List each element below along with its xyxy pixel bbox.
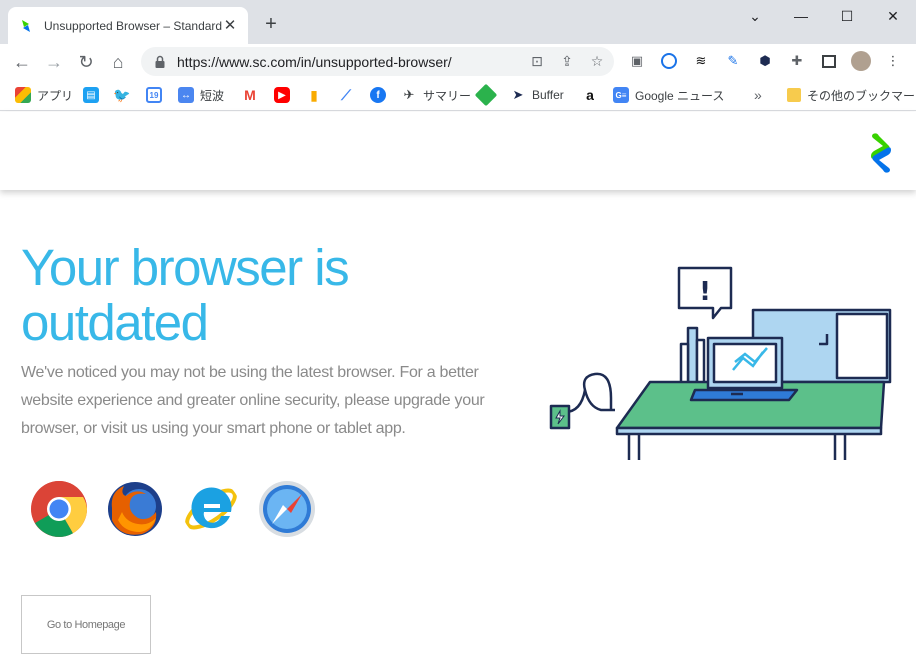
lock-icon — [155, 55, 165, 68]
bookmark-feedly[interactable] — [474, 83, 500, 107]
active-tab[interactable]: Unsupported Browser – Standard ✕ — [8, 7, 248, 44]
tab-search-icon[interactable]: ⌄ — [732, 0, 778, 32]
bookmark-summary[interactable]: ✈ サマリー — [401, 86, 471, 104]
bookmark-shortwave[interactable]: ↔ 短波 — [178, 86, 224, 104]
toolbar: ← → ↻ ⌂ https://www.sc.com/in/unsupporte… — [0, 44, 916, 79]
hex-ext-icon[interactable]: ⬢ — [756, 52, 774, 70]
page-headline: Your browser is outdated — [21, 239, 350, 351]
tab-title: Unsupported Browser – Standard — [44, 18, 222, 33]
bookmark-gmail[interactable]: M — [242, 86, 264, 104]
amazon-icon: a — [586, 87, 594, 103]
bookmark-ads[interactable]: ⟋ — [338, 86, 360, 104]
outdated-illustration: ! — [549, 266, 892, 460]
home-icon[interactable]: ⌂ — [105, 49, 131, 75]
google-news-icon: G≡ — [613, 87, 629, 103]
bookmark-star-icon[interactable]: ☆ — [586, 51, 608, 73]
close-window-button[interactable]: ✕ — [870, 0, 916, 32]
url-text: https://www.sc.com/in/unsupported-browse… — [177, 53, 452, 70]
bookmarks-overflow-icon[interactable]: » — [754, 86, 762, 104]
safari-icon[interactable] — [258, 480, 316, 538]
analytics-icon: ▮ — [310, 86, 318, 103]
youtube-icon: ▶ — [274, 87, 290, 103]
facebook-icon: f — [370, 87, 386, 103]
reload-button[interactable]: ↻ — [73, 49, 99, 75]
profile-avatar[interactable] — [851, 51, 871, 71]
bookmark-analytics[interactable]: ▮ — [306, 86, 328, 104]
maximize-button[interactable]: ☐ — [824, 0, 870, 32]
extension-icon-1[interactable]: ▣ — [628, 52, 646, 70]
side-panel-icon[interactable] — [820, 52, 838, 70]
bookmark-youtube[interactable]: ▶ — [274, 86, 296, 104]
extensions-puzzle-icon[interactable]: ✚ — [788, 52, 806, 70]
bookmark-amazon[interactable]: a — [582, 86, 604, 104]
translate-icon[interactable]: ⊡ — [526, 51, 548, 73]
svg-text:!: ! — [699, 277, 711, 307]
google-ads-icon: ⟋ — [341, 86, 351, 103]
back-button[interactable]: ← — [9, 49, 35, 75]
tweetdeck-icon: ▤ — [83, 87, 99, 103]
bookmark-twitter[interactable]: 🐦 — [113, 86, 136, 104]
sc-logo-icon[interactable] — [867, 132, 895, 174]
calendar-icon: 19 — [146, 87, 162, 103]
onepassword-icon[interactable] — [660, 52, 678, 70]
title-bar: Unsupported Browser – Standard ✕ + ⌄ — ☐… — [0, 0, 916, 44]
buffer-ext-icon[interactable]: ≋ — [692, 52, 710, 70]
apps-grid-icon — [15, 87, 31, 103]
bookmark-google-news[interactable]: G≡ Google ニュース — [613, 86, 724, 104]
site-header — [0, 112, 916, 190]
outdated-message: We've noticed you may not be using the l… — [21, 364, 485, 437]
sc-favicon-icon — [22, 19, 30, 32]
internet-explorer-icon[interactable] — [182, 480, 240, 538]
buffer-icon: ➤ — [512, 87, 524, 102]
forward-button[interactable]: → — [41, 49, 67, 75]
summary-icon: ✈ — [403, 87, 415, 102]
address-bar[interactable]: https://www.sc.com/in/unsupported-browse… — [141, 47, 614, 76]
other-bookmarks[interactable]: その他のブックマーク — [787, 86, 916, 104]
new-tab-button[interactable]: + — [260, 13, 282, 35]
gmail-icon: M — [244, 87, 256, 103]
feedly-icon — [474, 83, 498, 107]
minimize-button[interactable]: — — [778, 0, 824, 32]
tab-close-icon[interactable]: ✕ — [222, 17, 238, 34]
feather-ext-icon[interactable]: ✎ — [724, 52, 742, 70]
bookmark-facebook[interactable]: f — [370, 86, 392, 104]
menu-kebab-icon[interactable]: ⋮ — [884, 52, 902, 70]
share-icon[interactable]: ⇪ — [556, 51, 578, 73]
browser-list — [30, 480, 316, 538]
shortwave-icon: ↔ — [178, 87, 194, 103]
twitter-icon: 🐦 — [113, 86, 131, 103]
bookmarks-bar: アプリ ▤ 🐦 19 ↔ 短波 M ▶ ▮ ⟋ f ✈ サマリー ➤ Buffe… — [0, 79, 916, 111]
bookmark-apps[interactable]: アプリ — [15, 86, 73, 104]
go-to-homepage-button[interactable]: Go to Homepage — [21, 595, 151, 654]
chrome-icon[interactable] — [30, 480, 88, 538]
page-content: Your browser is outdated We've noticed y… — [0, 112, 916, 667]
bookmark-buffer[interactable]: ➤ Buffer — [510, 86, 564, 104]
bookmark-tweetdeck[interactable]: ▤ — [83, 86, 105, 104]
bookmark-calendar[interactable]: 19 — [146, 86, 168, 104]
folder-icon — [787, 88, 801, 102]
firefox-icon[interactable] — [106, 480, 164, 538]
